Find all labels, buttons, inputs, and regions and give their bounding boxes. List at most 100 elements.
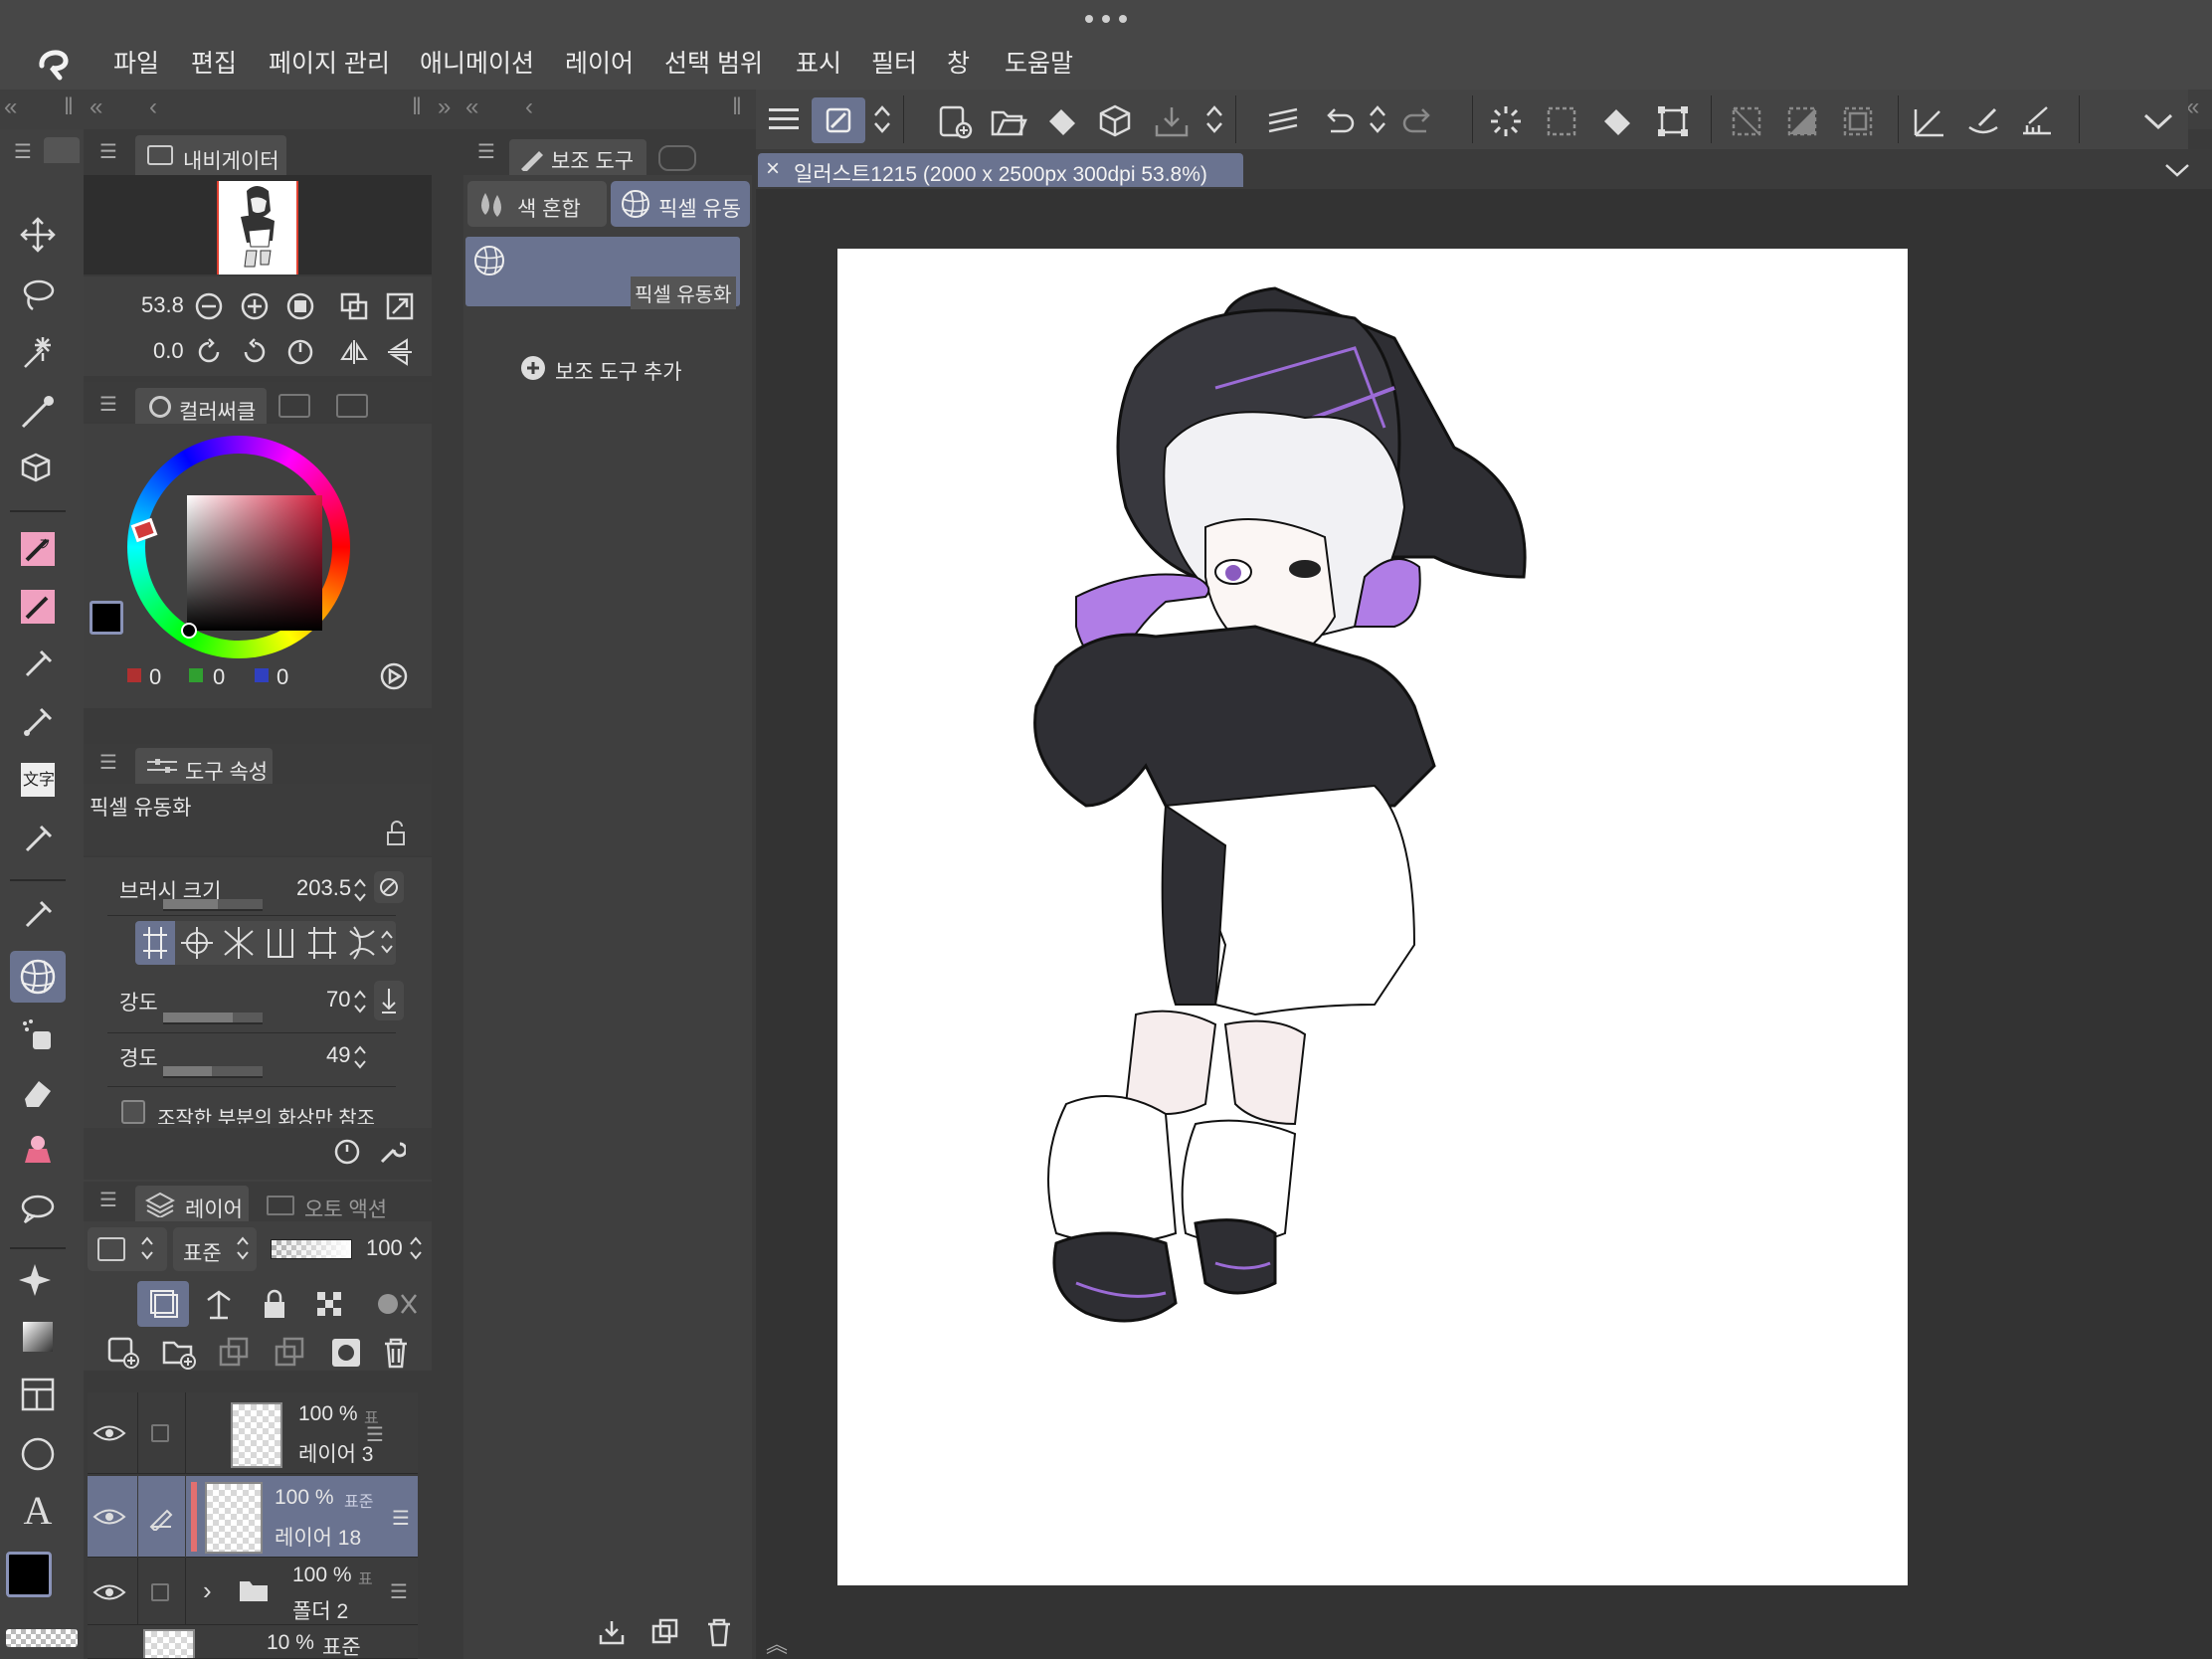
main-color-swatch[interactable] <box>6 1552 52 1597</box>
liquify-mode-pull-icon[interactable] <box>261 921 300 965</box>
dock-grip-icon[interactable]: ‖ <box>64 93 74 121</box>
collapse-left-icon[interactable]: « <box>4 93 17 121</box>
loading-spinner-icon[interactable] <box>1486 101 1526 141</box>
zoom-out-icon[interactable] <box>193 290 225 322</box>
dock-grip-icon[interactable]: ‖ <box>732 93 742 121</box>
strength-value[interactable]: 70 <box>326 987 350 1013</box>
sv-marker[interactable] <box>181 623 197 639</box>
opacity-slider[interactable] <box>271 1239 352 1259</box>
collapse-left-icon[interactable]: « <box>90 93 102 121</box>
layer-row-folder[interactable]: › 100 % 표 폴더 2 ☰ <box>88 1558 418 1625</box>
layer-stack-icon[interactable] <box>1263 101 1303 141</box>
spray-icon[interactable] <box>14 1011 62 1058</box>
eraser-icon[interactable] <box>14 1068 62 1116</box>
clip-layer-button[interactable] <box>137 1281 189 1327</box>
updown-arrow-icon[interactable] <box>352 875 368 905</box>
gradient-icon[interactable] <box>14 1313 62 1361</box>
3d-cube-icon[interactable] <box>1096 101 1136 141</box>
text-tool-icon[interactable]: A <box>14 1486 62 1534</box>
updown-arrow-icon[interactable] <box>869 99 895 139</box>
menu-layer[interactable]: 레이어 <box>565 44 634 80</box>
hardness-value[interactable]: 49 <box>326 1042 350 1068</box>
speech-bubble-icon[interactable] <box>14 1186 62 1233</box>
wrench-icon[interactable] <box>374 1134 408 1168</box>
transform-icon[interactable] <box>1653 101 1693 141</box>
menu-page[interactable]: 페이지 관리 <box>269 44 390 80</box>
flip-horizontal-icon[interactable] <box>338 336 370 368</box>
dock-grip-icon[interactable]: ‖ <box>412 93 422 121</box>
merge-layer-icon[interactable] <box>271 1333 310 1373</box>
duplicate-subtool-icon[interactable] <box>648 1615 682 1649</box>
layer-color-button[interactable] <box>88 1227 167 1271</box>
expand-right-icon[interactable]: » <box>438 93 451 121</box>
export-icon[interactable] <box>1152 101 1192 141</box>
pen-edit-icon[interactable] <box>143 1500 179 1534</box>
chevron-down-icon[interactable] <box>2138 101 2178 141</box>
menu-window[interactable]: 창 <box>947 44 970 80</box>
navigator-preview[interactable] <box>84 175 432 275</box>
layer-row[interactable]: 10 % 표준 <box>88 1625 418 1659</box>
color-circle-tab[interactable]: 컬러써클 <box>135 388 267 424</box>
collapse-left-icon[interactable]: « <box>465 93 478 121</box>
eye-icon[interactable] <box>90 1500 129 1534</box>
menu-file[interactable]: 파일 <box>113 44 159 80</box>
trash-icon[interactable] <box>376 1333 416 1373</box>
show-selection-icon[interactable] <box>1838 101 1878 141</box>
marker-icon[interactable] <box>14 816 62 863</box>
fill-selection-icon[interactable] <box>1597 101 1637 141</box>
collapse-left-icon[interactable]: « <box>2186 93 2199 121</box>
liquify-mode-expand-icon[interactable] <box>177 921 217 965</box>
layer-tab[interactable]: 레이어 <box>135 1186 249 1221</box>
menu-animation[interactable]: 애니메이션 <box>420 44 534 80</box>
canvas-tab[interactable]: × 일러스트1215 (2000 x 2500px 300dpi 53.8%) <box>758 153 1243 187</box>
blend-mode-select[interactable]: 표준 <box>173 1227 257 1271</box>
blend-tool-icon[interactable] <box>14 891 62 939</box>
updown-arrow-icon[interactable] <box>352 987 368 1016</box>
updown-arrow-icon[interactable] <box>352 1042 368 1072</box>
cake-icon[interactable] <box>14 1126 62 1174</box>
liquify-mode-bulge-icon[interactable] <box>302 921 342 965</box>
layer-select-checkbox[interactable] <box>151 1424 169 1442</box>
timer-icon[interactable] <box>330 1134 364 1168</box>
select-clear-icon[interactable] <box>1542 101 1581 141</box>
brush-tool-icon[interactable] <box>14 641 62 688</box>
pen-tool-icon[interactable]: フ <box>14 525 62 573</box>
rotate-reset-icon[interactable] <box>284 336 316 368</box>
menu-help[interactable]: 도움말 <box>1005 44 1073 80</box>
chevron-left-icon[interactable]: ‹ <box>149 93 157 121</box>
expand-up-icon[interactable]: ︽ <box>766 1627 788 1659</box>
pencil-tool-icon[interactable] <box>14 583 62 631</box>
eyedropper-icon[interactable] <box>14 388 62 436</box>
ellipse-icon[interactable] <box>14 1430 62 1478</box>
rotate-right-icon[interactable] <box>239 336 271 368</box>
group-tab-color-mix[interactable]: 색 혼합 <box>467 181 607 227</box>
flip-vertical-icon[interactable] <box>384 336 416 368</box>
menu-edit[interactable]: 편집 <box>191 44 237 80</box>
frame-icon[interactable] <box>14 1371 62 1418</box>
color-history-tab-icon[interactable] <box>336 394 368 418</box>
subtool-item-liquify[interactable]: 픽셀 유동화 <box>465 237 740 309</box>
saturation-value-square[interactable] <box>187 495 322 631</box>
new-canvas-icon[interactable] <box>935 101 975 141</box>
airbrush-icon[interactable] <box>14 698 62 746</box>
redo-icon[interactable] <box>1398 101 1438 141</box>
copy-layer-icon[interactable] <box>215 1333 255 1373</box>
navigator-tab[interactable]: 내비게이터 <box>135 135 286 175</box>
add-subtool-button[interactable]: 보조 도구 추가 <box>521 350 700 386</box>
color-set-tab-icon[interactable] <box>278 394 310 418</box>
group-tab-liquify[interactable]: 픽셀 유동 <box>611 181 750 227</box>
rotate-left-icon[interactable] <box>193 336 225 368</box>
menu-selection[interactable]: 선택 범위 <box>664 44 763 80</box>
drawing-canvas[interactable] <box>837 249 1908 1585</box>
liquify-tool-icon[interactable] <box>10 951 66 1003</box>
move-icon[interactable] <box>14 211 62 259</box>
open-folder-icon[interactable] <box>989 101 1028 141</box>
updown-arrow-icon[interactable] <box>408 1233 424 1263</box>
fit-screen-icon[interactable] <box>338 290 370 322</box>
liquify-mode-row[interactable] <box>135 921 396 965</box>
undo-icon[interactable] <box>1319 101 1359 141</box>
panel-menu-icon[interactable]: ☰ <box>477 139 495 164</box>
reference-checkbox[interactable] <box>121 1100 145 1124</box>
updown-arrow-icon[interactable] <box>1201 99 1227 139</box>
sparkle-icon[interactable] <box>14 1255 62 1303</box>
